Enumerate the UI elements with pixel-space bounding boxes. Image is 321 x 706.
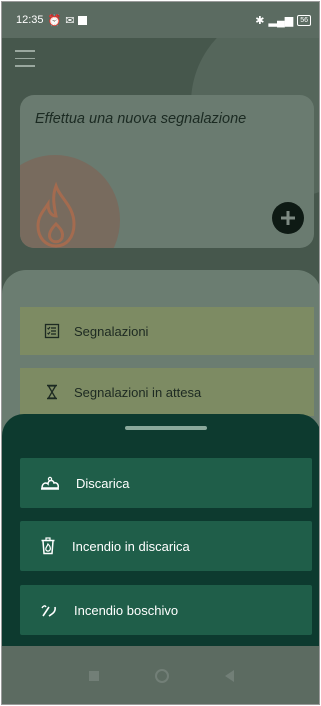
signal-icon: ▂▄▆ (268, 14, 294, 27)
add-report-button[interactable] (272, 202, 304, 234)
checklist-icon (44, 323, 60, 339)
card-title: Effettua una nuova segnalazione (35, 111, 247, 127)
sheet-drag-handle[interactable] (125, 426, 207, 430)
report-type-sheet: Discarica Incendio in discarica Incendio… (2, 414, 319, 646)
discarica-button[interactable]: Discarica (20, 458, 312, 508)
recent-apps-icon[interactable] (89, 671, 99, 681)
back-icon[interactable] (225, 670, 234, 682)
bluetooth-icon: ✱ (255, 14, 265, 27)
menu-item-segnalazioni-in-attesa[interactable]: Segnalazioni in attesa (20, 368, 314, 416)
button-label: Incendio boschivo (74, 602, 179, 618)
menu-item-label: Segnalazioni (74, 323, 149, 339)
app-notification-icon (78, 15, 88, 25)
plus-icon (281, 211, 295, 225)
menu-item-label: Segnalazioni in attesa (74, 384, 202, 400)
trash-pile-icon (41, 476, 59, 490)
menu-item-segnalazioni[interactable]: Segnalazioni (20, 307, 314, 355)
phone-screen: 12:35 ⏰ ✉ ✱ ▂▄▆ 56 Effettua una nuova se… (1, 1, 320, 705)
flame-icon (36, 181, 76, 248)
incendio-in-discarica-button[interactable]: Incendio in discarica (20, 521, 312, 571)
menu-icon[interactable] (15, 50, 35, 73)
forest-fire-icon (41, 605, 56, 617)
hourglass-icon (47, 384, 57, 400)
button-label: Incendio in discarica (72, 538, 190, 554)
home-icon[interactable] (155, 669, 169, 683)
alarm-icon: ⏰ (47, 14, 62, 27)
button-label: Discarica (76, 475, 130, 491)
trash-fire-icon (41, 537, 55, 555)
status-bar: 12:35 ⏰ ✉ ✱ ▂▄▆ 56 (2, 2, 319, 38)
incendio-boschivo-button[interactable]: Incendio boschivo (20, 585, 312, 635)
battery-icon: 56 (297, 14, 311, 26)
new-report-card[interactable]: Effettua una nuova segnalazione (20, 95, 314, 248)
system-nav-bar (2, 646, 319, 704)
clock: 12:35 (16, 14, 44, 26)
notification-icon: ✉ (65, 14, 75, 27)
